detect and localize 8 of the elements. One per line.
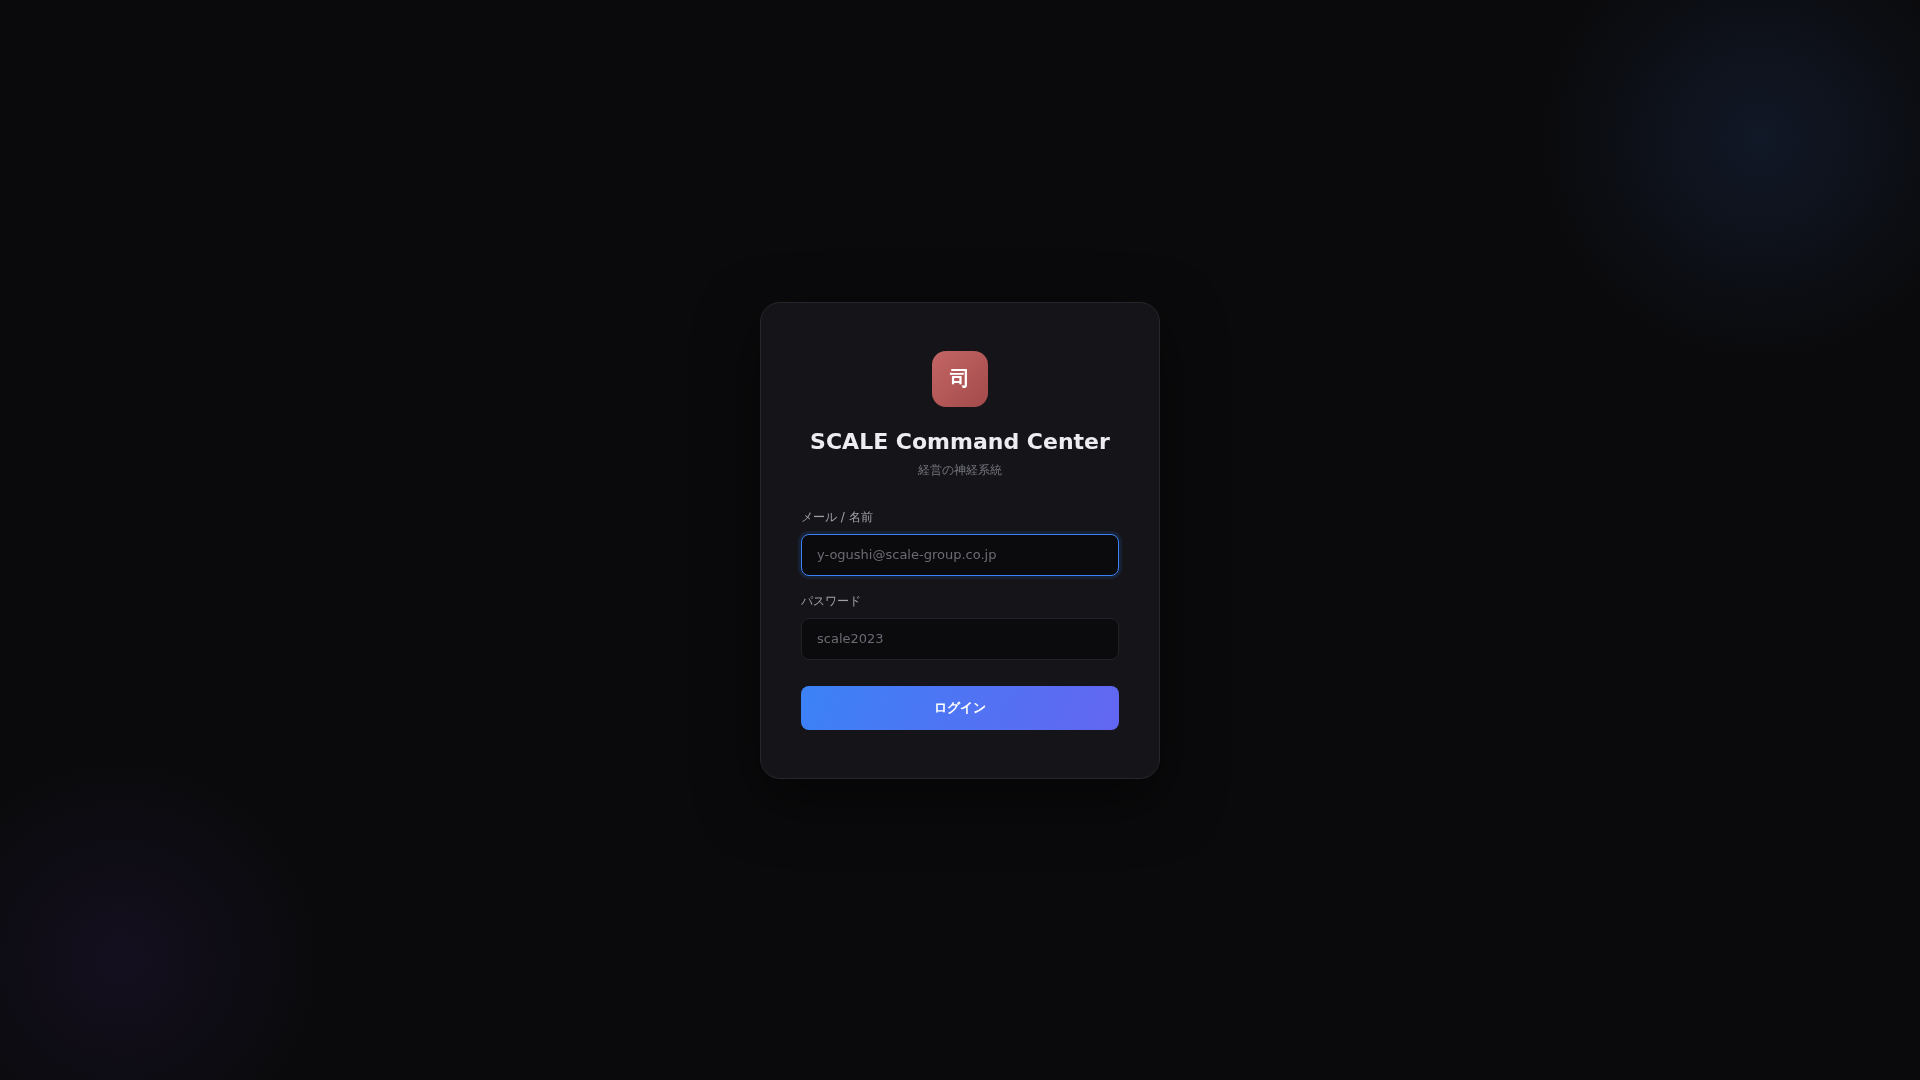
app-subtitle: 経営の神経系統	[918, 461, 1002, 479]
input-field[interactable]: y-ogushi@scale-group.co.jp	[801, 533, 1119, 576]
field-label: パスワード	[801, 592, 861, 610]
app-title: SCALE Command Center	[810, 428, 1110, 454]
app-logo: 司	[932, 350, 988, 407]
field-label: メール / 名前	[801, 508, 873, 526]
input-field[interactable]: scale2023	[801, 617, 1119, 660]
login-button[interactable]: ログイン	[801, 685, 1119, 730]
